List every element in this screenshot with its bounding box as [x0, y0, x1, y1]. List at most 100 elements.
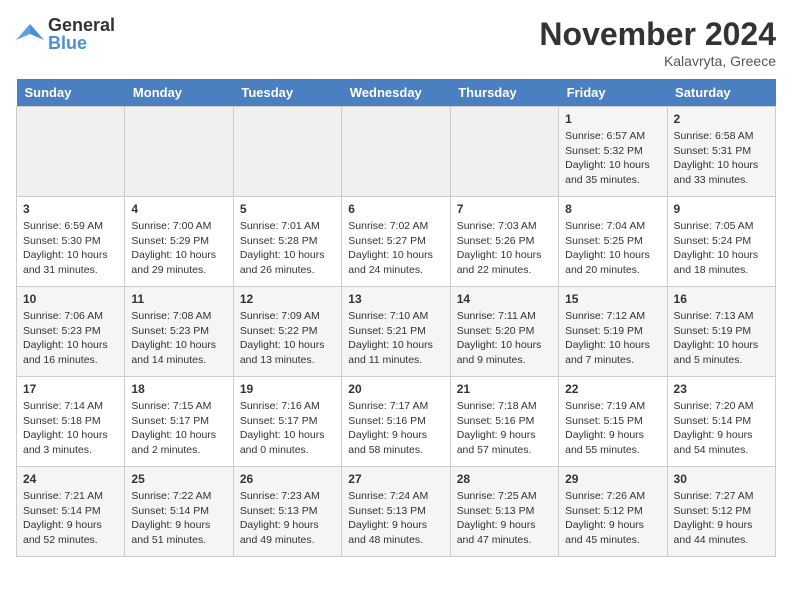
day-cell: 19 Sunrise: 7:16 AMSunset: 5:17 PMDayligh… [233, 377, 341, 467]
day-number: 3 [23, 202, 118, 216]
day-number: 12 [240, 292, 335, 306]
week-row-1: 1 Sunrise: 6:57 AMSunset: 5:32 PMDaylight… [17, 107, 776, 197]
day-cell: 13 Sunrise: 7:10 AMSunset: 5:21 PMDayligh… [342, 287, 450, 377]
day-number: 25 [131, 472, 226, 486]
day-number: 1 [565, 112, 660, 126]
day-info: Sunrise: 7:18 AMSunset: 5:16 PMDaylight:… [457, 399, 552, 458]
logo-icon [16, 20, 44, 48]
day-cell: 24Sunrise: 7:21 AMSunset: 5:14 PMDayligh… [17, 467, 125, 557]
day-number: 6 [348, 202, 443, 216]
page-header: General Blue November 2024 Kalavryta, Gr… [16, 16, 776, 69]
day-cell: 29 Sunrise: 7:26 AMSunset: 5:12 PMDayligh… [559, 467, 667, 557]
day-cell: 8 Sunrise: 7:04 AMSunset: 5:25 PMDaylight… [559, 197, 667, 287]
day-number: 15 [565, 292, 660, 306]
day-number: 20 [348, 382, 443, 396]
week-row-2: 3 Sunrise: 6:59 AMSunset: 5:30 PMDaylight… [17, 197, 776, 287]
day-cell: 14 Sunrise: 7:11 AMSunset: 5:20 PMDayligh… [450, 287, 558, 377]
day-info: Sunrise: 7:19 AMSunset: 5:15 PMDaylight:… [565, 399, 660, 458]
day-cell: 26Sunrise: 7:23 AMSunset: 5:13 PMDayligh… [233, 467, 341, 557]
logo: General Blue [16, 16, 115, 52]
day-info: Sunrise: 7:03 AMSunset: 5:26 PMDaylight:… [457, 219, 552, 278]
day-number: 13 [348, 292, 443, 306]
day-info: Sunrise: 7:15 AMSunset: 5:17 PMDaylight:… [131, 399, 226, 458]
day-cell: 3 Sunrise: 6:59 AMSunset: 5:30 PMDaylight… [17, 197, 125, 287]
calendar-header: SundayMondayTuesdayWednesdayThursdayFrid… [17, 79, 776, 107]
day-info: Sunrise: 7:05 AMSunset: 5:24 PMDaylight:… [674, 219, 769, 278]
calendar-table: SundayMondayTuesdayWednesdayThursdayFrid… [16, 79, 776, 557]
day-number: 29 [565, 472, 660, 486]
calendar-body: 1 Sunrise: 6:57 AMSunset: 5:32 PMDaylight… [17, 107, 776, 557]
header-saturday: Saturday [667, 79, 775, 107]
day-number: 26 [240, 472, 335, 486]
day-cell: 27 Sunrise: 7:24 AMSunset: 5:13 PMDayligh… [342, 467, 450, 557]
day-cell: 28 Sunrise: 7:25 AMSunset: 5:13 PMDayligh… [450, 467, 558, 557]
day-number: 10 [23, 292, 118, 306]
header-tuesday: Tuesday [233, 79, 341, 107]
day-info: Sunrise: 7:11 AMSunset: 5:20 PMDaylight:… [457, 309, 552, 368]
day-cell: 16 Sunrise: 7:13 AMSunset: 5:19 PMDayligh… [667, 287, 775, 377]
day-cell: 17Sunrise: 7:14 AMSunset: 5:18 PMDayligh… [17, 377, 125, 467]
day-cell: 5 Sunrise: 7:01 AMSunset: 5:28 PMDaylight… [233, 197, 341, 287]
day-cell: 22 Sunrise: 7:19 AMSunset: 5:15 PMDayligh… [559, 377, 667, 467]
day-cell [125, 107, 233, 197]
day-cell: 6Sunrise: 7:02 AMSunset: 5:27 PMDaylight… [342, 197, 450, 287]
day-number: 22 [565, 382, 660, 396]
day-info: Sunrise: 7:26 AMSunset: 5:12 PMDaylight:… [565, 489, 660, 548]
day-cell: 9 Sunrise: 7:05 AMSunset: 5:24 PMDaylight… [667, 197, 775, 287]
day-info: Sunrise: 7:22 AMSunset: 5:14 PMDaylight:… [131, 489, 226, 548]
day-number: 18 [131, 382, 226, 396]
logo-blue: Blue [48, 34, 115, 52]
day-cell [342, 107, 450, 197]
day-cell: 15 Sunrise: 7:12 AMSunset: 5:19 PMDayligh… [559, 287, 667, 377]
day-cell [17, 107, 125, 197]
day-number: 14 [457, 292, 552, 306]
day-info: Sunrise: 6:57 AMSunset: 5:32 PMDaylight:… [565, 129, 660, 188]
day-info: Sunrise: 7:24 AMSunset: 5:13 PMDaylight:… [348, 489, 443, 548]
day-info: Sunrise: 7:08 AMSunset: 5:23 PMDaylight:… [131, 309, 226, 368]
day-number: 17 [23, 382, 118, 396]
day-number: 28 [457, 472, 552, 486]
location: Kalavryta, Greece [539, 53, 776, 69]
week-row-4: 17Sunrise: 7:14 AMSunset: 5:18 PMDayligh… [17, 377, 776, 467]
day-info: Sunrise: 7:17 AMSunset: 5:16 PMDaylight:… [348, 399, 443, 458]
day-info: Sunrise: 7:27 AMSunset: 5:12 PMDaylight:… [674, 489, 769, 548]
day-cell: 2Sunrise: 6:58 AMSunset: 5:31 PMDaylight… [667, 107, 775, 197]
day-number: 9 [674, 202, 769, 216]
day-info: Sunrise: 6:59 AMSunset: 5:30 PMDaylight:… [23, 219, 118, 278]
day-info: Sunrise: 7:01 AMSunset: 5:28 PMDaylight:… [240, 219, 335, 278]
day-cell [450, 107, 558, 197]
day-number: 5 [240, 202, 335, 216]
day-info: Sunrise: 7:06 AMSunset: 5:23 PMDaylight:… [23, 309, 118, 368]
day-number: 19 [240, 382, 335, 396]
day-number: 30 [674, 472, 769, 486]
day-cell: 1 Sunrise: 6:57 AMSunset: 5:32 PMDaylight… [559, 107, 667, 197]
day-info: Sunrise: 6:58 AMSunset: 5:31 PMDaylight:… [674, 129, 769, 188]
day-info: Sunrise: 7:09 AMSunset: 5:22 PMDaylight:… [240, 309, 335, 368]
header-monday: Monday [125, 79, 233, 107]
day-cell: 21Sunrise: 7:18 AMSunset: 5:16 PMDayligh… [450, 377, 558, 467]
logo-general: General [48, 16, 115, 34]
day-cell: 4Sunrise: 7:00 AMSunset: 5:29 PMDaylight… [125, 197, 233, 287]
header-sunday: Sunday [17, 79, 125, 107]
day-info: Sunrise: 7:04 AMSunset: 5:25 PMDaylight:… [565, 219, 660, 278]
day-cell: 7 Sunrise: 7:03 AMSunset: 5:26 PMDaylight… [450, 197, 558, 287]
day-info: Sunrise: 7:13 AMSunset: 5:19 PMDaylight:… [674, 309, 769, 368]
day-info: Sunrise: 7:10 AMSunset: 5:21 PMDaylight:… [348, 309, 443, 368]
day-number: 23 [674, 382, 769, 396]
day-info: Sunrise: 7:12 AMSunset: 5:19 PMDaylight:… [565, 309, 660, 368]
day-cell: 30 Sunrise: 7:27 AMSunset: 5:12 PMDayligh… [667, 467, 775, 557]
day-info: Sunrise: 7:16 AMSunset: 5:17 PMDaylight:… [240, 399, 335, 458]
day-cell: 20 Sunrise: 7:17 AMSunset: 5:16 PMDayligh… [342, 377, 450, 467]
day-number: 16 [674, 292, 769, 306]
day-number: 11 [131, 292, 226, 306]
day-number: 8 [565, 202, 660, 216]
day-info: Sunrise: 7:00 AMSunset: 5:29 PMDaylight:… [131, 219, 226, 278]
day-cell [233, 107, 341, 197]
header-thursday: Thursday [450, 79, 558, 107]
day-number: 24 [23, 472, 118, 486]
day-info: Sunrise: 7:25 AMSunset: 5:13 PMDaylight:… [457, 489, 552, 548]
logo-text: General Blue [48, 16, 115, 52]
day-number: 27 [348, 472, 443, 486]
day-number: 7 [457, 202, 552, 216]
day-cell: 10 Sunrise: 7:06 AMSunset: 5:23 PMDayligh… [17, 287, 125, 377]
